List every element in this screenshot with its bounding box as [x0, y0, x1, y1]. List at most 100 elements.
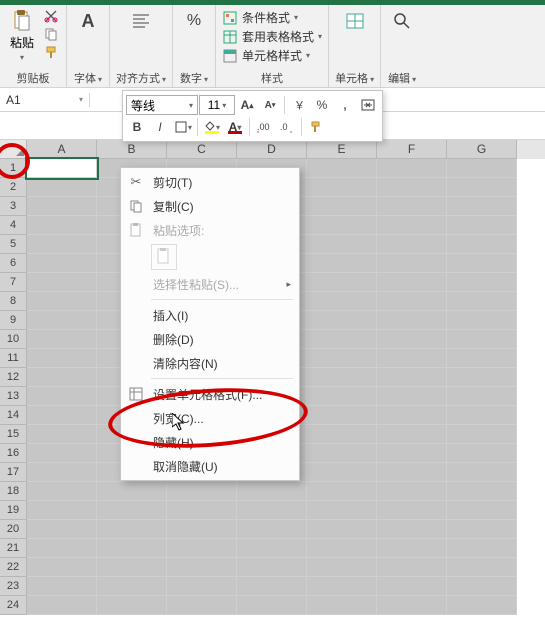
row-header[interactable]: 20	[0, 520, 27, 539]
cell[interactable]	[27, 368, 97, 387]
row-header[interactable]: 3	[0, 197, 27, 216]
cell[interactable]	[27, 254, 97, 273]
cell[interactable]	[447, 311, 517, 330]
cell[interactable]	[27, 463, 97, 482]
cell[interactable]	[237, 501, 307, 520]
format-table-button[interactable]: 套用表格格式▾	[222, 27, 322, 46]
mini-size-select[interactable]: 11▾	[199, 95, 235, 115]
cell[interactable]	[167, 539, 237, 558]
cell[interactable]	[307, 273, 377, 292]
cell[interactable]	[27, 216, 97, 235]
mini-font-select[interactable]: 等线▾	[126, 95, 198, 115]
cell[interactable]	[447, 254, 517, 273]
cell[interactable]	[447, 444, 517, 463]
row-header[interactable]: 6	[0, 254, 27, 273]
row-header[interactable]: 19	[0, 501, 27, 520]
cell[interactable]	[447, 235, 517, 254]
ctx-unhide[interactable]: 取消隐藏(U)	[121, 454, 299, 478]
cell[interactable]	[167, 520, 237, 539]
cell[interactable]	[377, 558, 447, 577]
font-label[interactable]: 字体	[74, 68, 102, 88]
cell[interactable]	[27, 539, 97, 558]
conditional-format-button[interactable]: 条件格式▾	[222, 8, 298, 27]
row-header[interactable]: 14	[0, 406, 27, 425]
format-painter-mini-button[interactable]	[305, 117, 327, 137]
row-header[interactable]: 17	[0, 463, 27, 482]
cells-label[interactable]: 单元格	[335, 68, 374, 88]
cell[interactable]	[377, 444, 447, 463]
cell[interactable]	[97, 539, 167, 558]
cell[interactable]	[167, 558, 237, 577]
cell[interactable]	[167, 501, 237, 520]
increase-font-button[interactable]: A▴	[236, 95, 258, 115]
format-painter-button[interactable]	[42, 44, 60, 60]
row-header[interactable]: 8	[0, 292, 27, 311]
cell[interactable]	[447, 273, 517, 292]
cell[interactable]	[447, 539, 517, 558]
row-header[interactable]: 24	[0, 596, 27, 615]
ctx-hide[interactable]: 隐藏(H)	[121, 430, 299, 454]
cell[interactable]	[97, 558, 167, 577]
cell[interactable]	[377, 273, 447, 292]
cell[interactable]	[377, 254, 447, 273]
row-header[interactable]: 1	[0, 159, 27, 178]
cell[interactable]	[377, 520, 447, 539]
italic-button[interactable]: I	[149, 117, 171, 137]
cell[interactable]	[97, 577, 167, 596]
cell[interactable]	[27, 273, 97, 292]
decrease-font-button[interactable]: A▾	[259, 95, 281, 115]
paste-button[interactable]: 粘贴 ▾	[6, 8, 38, 64]
row-header[interactable]: 12	[0, 368, 27, 387]
cell[interactable]	[377, 349, 447, 368]
cell[interactable]	[377, 311, 447, 330]
cell[interactable]	[27, 444, 97, 463]
cut-button[interactable]	[42, 8, 60, 24]
font-dropdown[interactable]: A	[73, 8, 103, 34]
editing-dropdown[interactable]	[387, 8, 417, 34]
row-header[interactable]: 11	[0, 349, 27, 368]
row-header[interactable]: 18	[0, 482, 27, 501]
ctx-insert[interactable]: 插入(I)	[121, 303, 299, 327]
cell[interactable]	[27, 387, 97, 406]
cell[interactable]	[307, 463, 377, 482]
ctx-delete[interactable]: 删除(D)	[121, 327, 299, 351]
copy-button[interactable]	[42, 26, 60, 42]
cell[interactable]	[447, 558, 517, 577]
cell[interactable]	[377, 463, 447, 482]
row-header[interactable]: 16	[0, 444, 27, 463]
cell[interactable]	[447, 178, 517, 197]
editing-label[interactable]: 编辑	[388, 68, 416, 88]
column-header[interactable]: F	[377, 140, 447, 159]
comma-button[interactable]: ,	[334, 95, 356, 115]
bold-button[interactable]: B	[126, 117, 148, 137]
cell[interactable]	[447, 596, 517, 615]
cell[interactable]	[27, 311, 97, 330]
number-dropdown[interactable]: %	[179, 8, 209, 34]
cell[interactable]	[307, 444, 377, 463]
name-box[interactable]: A1 ▾	[0, 93, 90, 107]
cell[interactable]	[27, 178, 97, 197]
row-header[interactable]: 5	[0, 235, 27, 254]
cell[interactable]	[27, 349, 97, 368]
cell[interactable]	[447, 216, 517, 235]
number-label[interactable]: 数字	[180, 68, 208, 88]
cell[interactable]	[307, 235, 377, 254]
cell[interactable]	[377, 159, 447, 178]
row-header[interactable]: 21	[0, 539, 27, 558]
cells-dropdown[interactable]	[340, 8, 370, 34]
cell[interactable]	[307, 425, 377, 444]
cell-styles-button[interactable]: 单元格样式▾	[222, 46, 310, 65]
cell[interactable]	[27, 558, 97, 577]
cell[interactable]	[377, 501, 447, 520]
cell[interactable]	[237, 596, 307, 615]
cell[interactable]	[307, 596, 377, 615]
cell[interactable]	[237, 558, 307, 577]
cell[interactable]	[447, 197, 517, 216]
cell[interactable]	[377, 368, 447, 387]
cell[interactable]	[307, 368, 377, 387]
cell[interactable]	[97, 501, 167, 520]
cell[interactable]	[237, 482, 307, 501]
cell[interactable]	[377, 406, 447, 425]
select-all-button[interactable]	[0, 140, 27, 159]
cell[interactable]	[27, 501, 97, 520]
